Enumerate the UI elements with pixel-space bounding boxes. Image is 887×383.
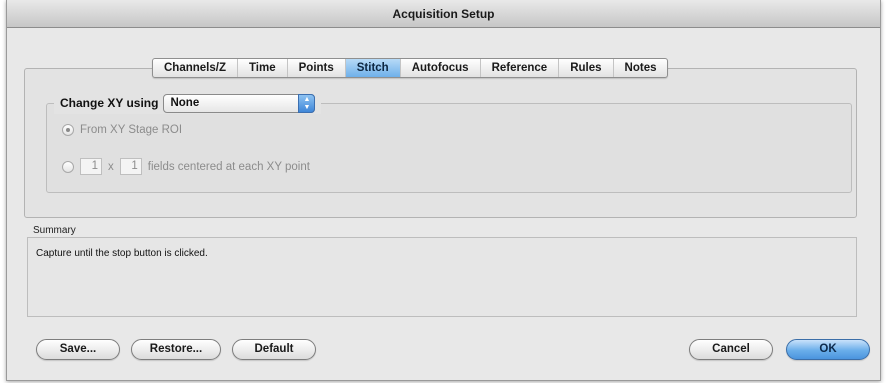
change-xy-header: Change XY using None ▲ ▼: [54, 92, 322, 114]
summary-box: Capture until the stop button is clicked…: [27, 237, 857, 317]
summary-text: Capture until the stop button is clicked…: [36, 248, 208, 259]
tab-autofocus[interactable]: Autofocus: [401, 59, 481, 77]
change-xy-group: [46, 103, 852, 193]
change-xy-value: None: [170, 96, 200, 109]
ok-button[interactable]: OK: [786, 339, 870, 360]
option-fields-radio[interactable]: [62, 160, 74, 173]
fields-suffix-label: fields centered at each XY point: [147, 160, 310, 173]
option-roi-row: From XY Stage ROI: [62, 124, 182, 136]
tab-points[interactable]: Points: [288, 59, 346, 77]
tab-reference[interactable]: Reference: [481, 59, 560, 77]
tab-notes[interactable]: Notes: [614, 59, 668, 77]
popup-arrows-icon: ▲ ▼: [298, 93, 316, 113]
summary-label: Summary: [33, 225, 76, 236]
fields-times-label: x: [108, 160, 114, 173]
restore-button[interactable]: Restore...: [131, 339, 221, 360]
tab-channels-z[interactable]: Channels/Z: [153, 59, 238, 77]
change-xy-popup[interactable]: None ▲ ▼: [163, 93, 316, 113]
change-xy-label: Change XY using: [60, 96, 159, 110]
fields-rows-input[interactable]: 1: [119, 158, 142, 175]
save-button[interactable]: Save...: [36, 339, 120, 360]
option-roi-label: From XY Stage ROI: [80, 124, 183, 136]
fields-cols-input[interactable]: 1: [80, 158, 102, 175]
tab-bar: Channels/Z Time Points Stitch Autofocus …: [152, 58, 669, 78]
tab-time[interactable]: Time: [238, 59, 288, 77]
default-button[interactable]: Default: [232, 339, 316, 360]
option-roi-radio[interactable]: [62, 124, 74, 136]
dialog-title: Acquisition Setup: [7, 0, 880, 28]
option-fields-row: 1 x 1 fields centered at each XY point: [62, 158, 310, 175]
tab-rules[interactable]: Rules: [559, 59, 614, 77]
cancel-button[interactable]: Cancel: [689, 339, 773, 360]
tab-stitch[interactable]: Stitch: [345, 59, 401, 77]
